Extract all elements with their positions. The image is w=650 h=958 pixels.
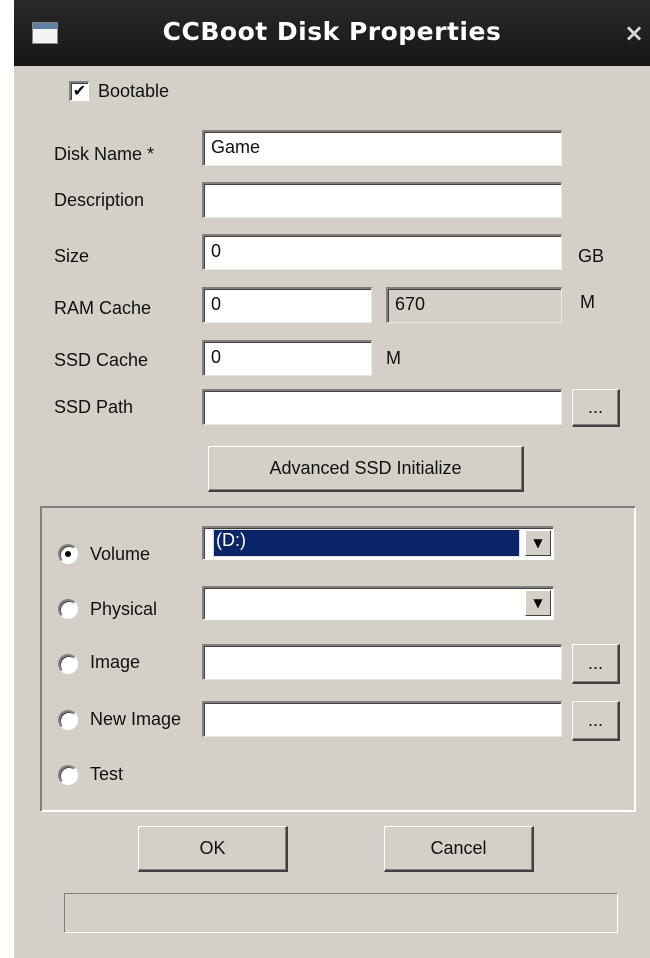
- window-title: CCBoot Disk Properties: [162, 17, 502, 46]
- chevron-down-icon[interactable]: ▼: [525, 590, 551, 616]
- image-radio[interactable]: [58, 654, 78, 674]
- ok-button[interactable]: OK: [138, 826, 288, 872]
- physical-selected-value: [214, 590, 519, 616]
- advanced-ssd-initialize-button[interactable]: Advanced SSD Initialize: [208, 446, 524, 492]
- physical-label: Physical: [90, 599, 158, 619]
- new-image-browse-button[interactable]: ...: [572, 701, 620, 741]
- chevron-down-icon[interactable]: ▼: [525, 530, 551, 556]
- image-path-field[interactable]: [202, 644, 562, 680]
- title-bar[interactable]: CCBoot Disk Properties ×: [14, 0, 650, 66]
- size-unit: GB: [578, 246, 605, 266]
- ram-cache-label: RAM Cache: [54, 298, 152, 318]
- disk-name-field[interactable]: Game: [202, 130, 562, 166]
- test-radio[interactable]: [58, 765, 78, 785]
- new-image-path-field[interactable]: [202, 701, 562, 737]
- ram-cache-unit: M: [580, 292, 595, 312]
- ssd-path-browse-button[interactable]: ...: [572, 389, 620, 427]
- size-field[interactable]: 0: [202, 234, 562, 270]
- volume-radio[interactable]: [58, 544, 78, 564]
- volume-select[interactable]: (D:) ▼: [202, 526, 554, 560]
- new-image-label: New Image: [90, 709, 182, 729]
- description-field[interactable]: [202, 182, 562, 218]
- progress-bar: [64, 893, 618, 933]
- ssd-path-field[interactable]: [202, 389, 562, 425]
- test-label: Test: [90, 764, 124, 784]
- dialog-window: CCBoot Disk Properties × ✔ Bootable Disk…: [14, 0, 650, 958]
- physical-radio[interactable]: [58, 599, 78, 619]
- ssd-path-label: SSD Path: [54, 397, 134, 417]
- size-label: Size: [54, 246, 90, 266]
- bootable-checkbox[interactable]: ✔: [69, 81, 89, 101]
- description-label: Description: [54, 190, 145, 210]
- ram-available-field: 670: [386, 287, 562, 323]
- bootable-label: Bootable: [98, 81, 170, 101]
- volume-label: Volume: [90, 544, 151, 564]
- image-label: Image: [90, 652, 141, 672]
- image-browse-button[interactable]: ...: [572, 644, 620, 684]
- volume-selected-value: (D:): [213, 529, 520, 557]
- disk-name-label: Disk Name *: [54, 144, 155, 164]
- ram-cache-field[interactable]: 0: [202, 287, 372, 323]
- ssd-cache-label: SSD Cache: [54, 350, 149, 370]
- new-image-radio[interactable]: [58, 710, 78, 730]
- physical-select[interactable]: ▼: [202, 586, 554, 620]
- ssd-cache-field[interactable]: 0: [202, 340, 372, 376]
- close-icon[interactable]: ×: [620, 18, 648, 48]
- background-edge: [0, 0, 14, 958]
- ssd-cache-unit: M: [386, 348, 401, 368]
- cancel-button[interactable]: Cancel: [384, 826, 534, 872]
